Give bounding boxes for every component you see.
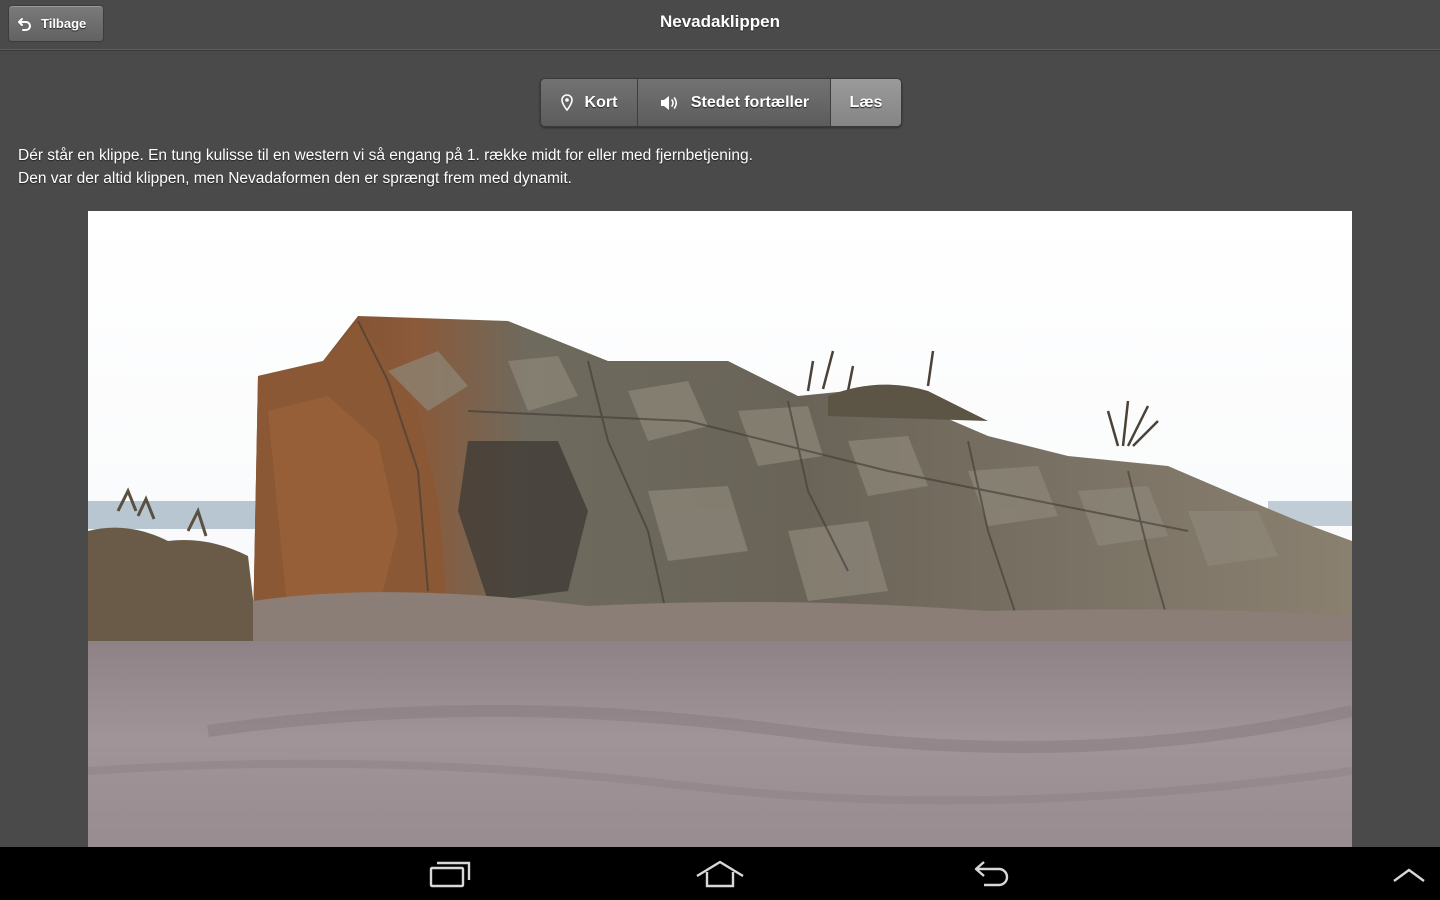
recent-apps-button[interactable]	[420, 847, 480, 900]
expand-button[interactable]	[1382, 847, 1436, 900]
tab-read[interactable]: Læs	[831, 79, 901, 126]
segmented-tabs: Kort Stedet fortæller Læs	[540, 78, 902, 127]
back-button-label: Tilbage	[41, 16, 87, 31]
tab-read-label: Læs	[849, 93, 883, 111]
system-navigation-bar	[0, 847, 1440, 900]
action-bar: Tilbage Nevadaklippen	[0, 0, 1440, 50]
description-text: Dér står en klippe. En tung kulisse til …	[18, 144, 1018, 190]
app-window: Tilbage Nevadaklippen Kort Stedet fortæl…	[0, 0, 1440, 900]
description-line: Dér står en klippe. En tung kulisse til …	[18, 147, 753, 164]
undo-arrow-icon	[18, 17, 31, 31]
back-button[interactable]: Tilbage	[8, 5, 104, 42]
tab-map-label: Kort	[584, 93, 618, 111]
map-pin-icon	[560, 93, 573, 111]
cliff-photo-illustration	[88, 211, 1352, 847]
chevron-up-icon	[1393, 868, 1425, 882]
home-icon	[696, 860, 744, 887]
recent-apps-icon	[429, 861, 471, 887]
home-button[interactable]	[690, 847, 750, 900]
cliff-photo	[88, 211, 1352, 847]
description-line: Den var der altid klippen, men Nevadafor…	[18, 170, 572, 187]
system-back-button[interactable]	[962, 847, 1022, 900]
back-icon	[974, 860, 1009, 886]
speaker-icon	[660, 95, 677, 110]
tab-narrate-label: Stedet fortæller	[690, 93, 810, 111]
tab-map[interactable]: Kort	[541, 79, 638, 126]
page-title: Nevadaklippen	[660, 12, 780, 31]
tab-narrate[interactable]: Stedet fortæller	[638, 79, 831, 126]
